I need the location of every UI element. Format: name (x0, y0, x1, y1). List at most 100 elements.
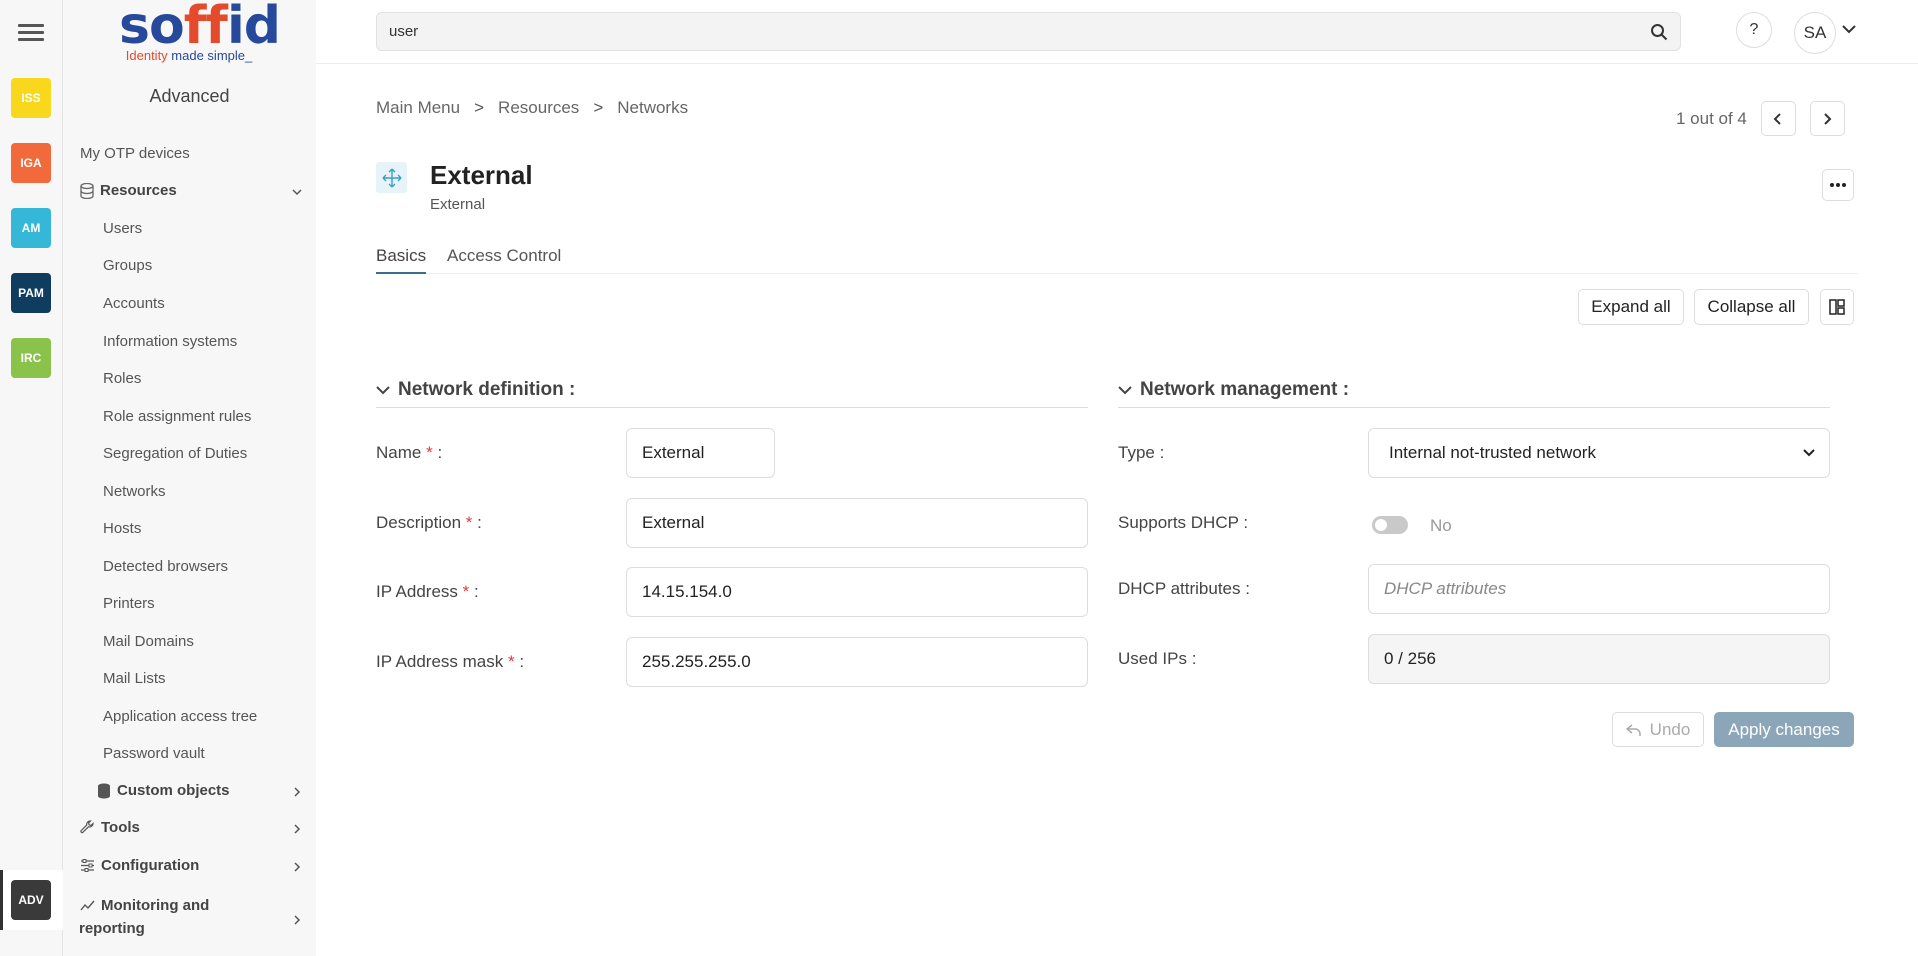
required-mark: * (507, 652, 515, 671)
sidebar-item-information-systems[interactable]: Information systems (103, 333, 237, 350)
used-ips-field: 0 / 256 (1368, 634, 1830, 684)
sidebar-item-segregation-of-duties[interactable]: Segregation of Duties (103, 445, 247, 462)
sidebar-item-mail-lists[interactable]: Mail Lists (103, 670, 166, 687)
type-label: Type : (1118, 443, 1165, 462)
sidebar-section-tools[interactable]: Tools (80, 819, 316, 836)
top-bar: ? SA (316, 0, 1918, 64)
used-ips-label: Used IPs : (1118, 649, 1197, 668)
search-input[interactable] (377, 13, 1617, 50)
sidebar-section-resources[interactable]: Resources (80, 182, 316, 199)
apply-changes-button[interactable]: Apply changes (1714, 712, 1854, 747)
chevron-down-icon (1803, 449, 1815, 457)
sidebar-item-mail-domains[interactable]: Mail Domains (103, 633, 194, 650)
breadcrumb-main-menu[interactable]: Main Menu (376, 98, 460, 118)
sidebar-item-networks[interactable]: Networks (103, 483, 166, 500)
avatar[interactable]: SA (1794, 12, 1836, 54)
tab-basics[interactable]: Basics (376, 246, 427, 274)
label-suffix: : (469, 582, 479, 601)
dhcp-toggle[interactable] (1372, 516, 1408, 534)
next-button[interactable] (1809, 101, 1845, 136)
sidebar-section-label: Resources (100, 182, 177, 199)
help-button[interactable]: ? (1736, 12, 1772, 48)
record-pager: 1 out of 4 (1676, 101, 1845, 136)
database-icon (98, 783, 110, 798)
search-icon[interactable] (1650, 23, 1668, 41)
name-field[interactable]: External (626, 428, 775, 478)
app-iss-button[interactable]: ISS (11, 78, 51, 118)
menu-icon[interactable] (18, 24, 44, 44)
sidebar-item-groups[interactable]: Groups (103, 257, 152, 274)
app-iga-button[interactable]: IGA (11, 143, 51, 183)
sidebar-section-label-cont: reporting (79, 920, 145, 937)
previous-button[interactable] (1760, 101, 1796, 136)
database-icon (80, 182, 94, 199)
chevron-right-icon (294, 824, 301, 834)
app-am-button[interactable]: AM (11, 208, 51, 248)
chevron-right-icon (1824, 112, 1832, 125)
breadcrumb: Main Menu > Resources > Networks (376, 98, 688, 118)
sidebar-item-otp-devices[interactable]: My OTP devices (80, 145, 190, 162)
sidebar-section-label: Configuration (101, 857, 200, 874)
sidebar-item-users[interactable]: Users (103, 220, 142, 237)
app-pam-button[interactable]: PAM (11, 273, 51, 313)
ip-address-field[interactable]: 14.15.154.0 (626, 567, 1088, 617)
breadcrumb-networks[interactable]: Networks (617, 98, 688, 118)
sidebar: soffid Identity made simple_ Advanced My… (63, 0, 316, 956)
name-label: Name * : (376, 443, 442, 463)
chevron-down-icon[interactable] (1842, 24, 1856, 34)
page-title: External (430, 160, 533, 190)
layout-button[interactable] (1820, 289, 1854, 325)
chevron-down-icon (376, 385, 390, 394)
dhcp-toggle-label: No (1430, 516, 1452, 535)
section-network-definition[interactable]: Network definition : (376, 372, 1088, 408)
required-mark: * (426, 443, 433, 462)
chevron-right-icon (294, 787, 301, 797)
breadcrumb-separator: > (474, 98, 485, 117)
search-box (376, 12, 1681, 51)
chevron-right-icon (294, 862, 301, 872)
sidebar-item-accounts[interactable]: Accounts (103, 295, 165, 312)
collapse-all-button[interactable]: Collapse all (1694, 289, 1809, 325)
chevron-down-icon (1118, 385, 1132, 394)
dhcp-attributes-label: DHCP attributes : (1118, 579, 1250, 598)
page-subtitle: External (430, 196, 486, 213)
chevron-left-icon (1773, 112, 1782, 125)
sidebar-item-application-access-tree[interactable]: Application access tree (103, 708, 257, 725)
label-suffix: : (432, 443, 443, 462)
sidebar-item-password-vault[interactable]: Password vault (103, 745, 205, 762)
tab-access-control[interactable]: Access Control (447, 246, 561, 272)
label-suffix: : (472, 513, 482, 532)
soffid-logo[interactable]: soffid Identity made simple_ (119, 0, 281, 68)
sidebar-section-monitoring[interactable]: Monitoring and reporting (79, 894, 316, 940)
breadcrumb-separator: > (593, 98, 604, 117)
description-label: Description * : (376, 513, 482, 533)
breadcrumb-resources[interactable]: Resources (498, 98, 579, 118)
sidebar-item-role-assignment-rules[interactable]: Role assignment rules (103, 408, 251, 425)
sidebar-item-detected-browsers[interactable]: Detected browsers (103, 558, 228, 575)
section-network-management[interactable]: Network management : (1118, 372, 1830, 408)
description-field[interactable]: External (626, 498, 1088, 548)
section-title: Network definition : (398, 378, 576, 400)
app-adv-button[interactable]: ADV (11, 880, 51, 920)
wrench-icon (80, 820, 94, 834)
sidebar-item-printers[interactable]: Printers (103, 595, 155, 612)
expand-all-button[interactable]: Expand all (1578, 289, 1684, 325)
more-options-button[interactable] (1822, 169, 1854, 201)
sidebar-section-custom-objects[interactable]: Custom objects (97, 782, 316, 799)
sliders-icon (81, 859, 94, 872)
sidebar-section-configuration[interactable]: Configuration (80, 857, 316, 874)
type-select[interactable]: Internal not-trusted network (1368, 428, 1830, 478)
app-irc-button[interactable]: IRC (11, 338, 51, 378)
sidebar-item-roles[interactable]: Roles (103, 370, 141, 387)
ip-mask-label-text: IP Address mask (376, 652, 504, 671)
ip-mask-field[interactable]: 255.255.255.0 (626, 637, 1088, 687)
ip-address-label: IP Address * : (376, 582, 479, 602)
dhcp-attributes-field[interactable]: DHCP attributes (1368, 564, 1830, 614)
sidebar-item-hosts[interactable]: Hosts (103, 520, 141, 537)
type-select-value: Internal not-trusted network (1389, 443, 1596, 462)
app-rail: ISS IGA AM PAM IRC ADV (0, 0, 63, 956)
undo-button[interactable]: Undo (1612, 712, 1704, 747)
sidebar-section-label: Custom objects (117, 782, 230, 799)
logo-tagline-b: made simple_ (171, 48, 253, 63)
sidebar-section-label: Monitoring and (101, 897, 210, 914)
